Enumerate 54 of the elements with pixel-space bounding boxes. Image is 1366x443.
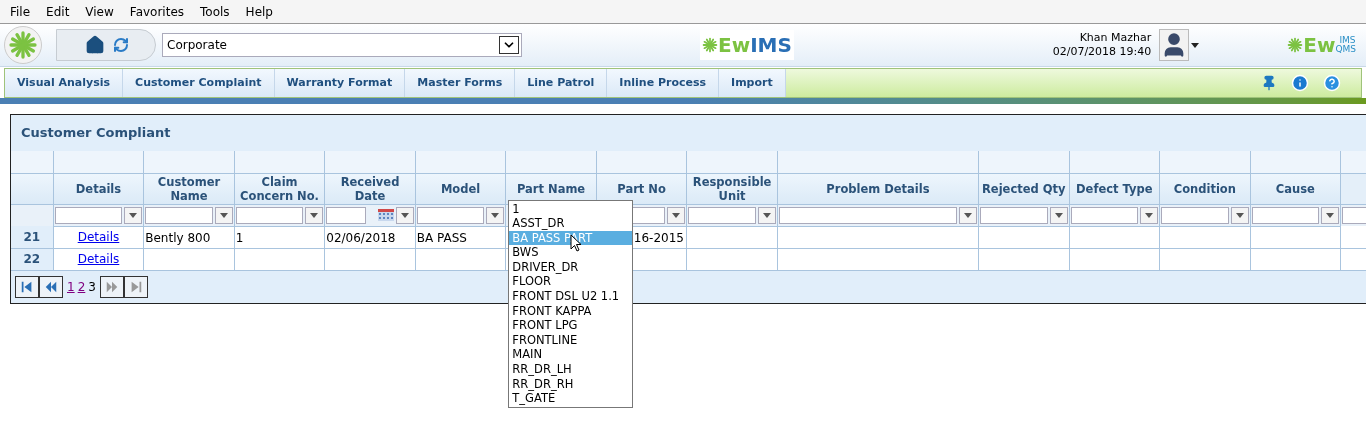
nav-tab[interactable]: Import bbox=[719, 69, 786, 97]
dropdown-option[interactable]: RR_DR_RH bbox=[509, 376, 633, 392]
page-link[interactable]: 1 bbox=[67, 277, 75, 296]
dropdown-option[interactable]: DRIVER_DR bbox=[509, 259, 633, 275]
date-time: 02/07/2018 19:40 bbox=[1052, 45, 1152, 59]
column-header[interactable]: Customer Name bbox=[144, 174, 234, 203]
column-header[interactable]: Model bbox=[415, 181, 506, 196]
panel-title: Customer Compliant bbox=[21, 124, 171, 143]
company-select[interactable]: Corporate bbox=[162, 33, 522, 57]
menu-item[interactable]: Tools bbox=[192, 2, 238, 21]
column-header[interactable]: Part No bbox=[596, 181, 687, 196]
dropdown-option[interactable]: ASST_DR bbox=[509, 216, 633, 231]
dropdown-option[interactable]: BWS bbox=[509, 245, 633, 260]
column-header[interactable]: Received Date bbox=[325, 174, 415, 203]
row-number: 21 bbox=[23, 229, 41, 244]
column-header[interactable]: Part Name bbox=[506, 181, 596, 196]
page-link[interactable]: 3 bbox=[88, 277, 96, 296]
page-link[interactable]: 2 bbox=[77, 277, 86, 296]
table-cell: BA PASS bbox=[416, 230, 467, 245]
menu-item[interactable]: View bbox=[77, 2, 122, 21]
nav-tab[interactable]: Customer Complaint bbox=[123, 69, 275, 97]
column-header[interactable]: Defect Type bbox=[1069, 181, 1160, 196]
nav-tab[interactable]: Inline Process bbox=[607, 69, 720, 97]
ewims-logo: EwIMS bbox=[700, 30, 794, 60]
menu-item[interactable]: File bbox=[2, 2, 39, 21]
row-number: 22 bbox=[23, 251, 41, 266]
nav-tab[interactable]: Visual Analysis bbox=[5, 69, 124, 97]
column-header[interactable]: Responsible Unit bbox=[687, 174, 777, 203]
column-header[interactable]: Problem Details bbox=[777, 181, 978, 196]
dropdown-option[interactable]: FRONT DSL U2 1.1 bbox=[509, 289, 633, 304]
column-header[interactable]: Condition bbox=[1160, 181, 1250, 196]
nav-tab[interactable]: Master Forms bbox=[405, 69, 516, 97]
column-header[interactable]: Claim Concern No. bbox=[234, 174, 325, 203]
table-cell: 02/06/2018 bbox=[326, 230, 396, 245]
table-cell: 16-2015 bbox=[633, 230, 684, 245]
dropdown-option[interactable]: RR_DR_LH bbox=[509, 362, 633, 377]
column-header[interactable]: Cause bbox=[1250, 181, 1341, 196]
menu-item[interactable]: Help bbox=[237, 2, 281, 21]
dropdown-option[interactable]: T_GATE bbox=[509, 391, 633, 406]
nav-tab[interactable]: Line Patrol bbox=[515, 69, 608, 97]
column-header[interactable]: Details bbox=[53, 181, 144, 196]
dropdown-option[interactable]: FLOOR bbox=[509, 274, 633, 290]
dropdown-option[interactable]: FRONT KAPPA bbox=[509, 303, 633, 319]
dropdown-option[interactable]: FRONT LPG bbox=[509, 318, 633, 333]
nav-tab[interactable]: Warranty Format bbox=[274, 69, 406, 97]
menu-item[interactable]: Favorites bbox=[121, 2, 193, 21]
dropdown-option[interactable]: MAIN bbox=[509, 347, 633, 363]
menu-item[interactable]: Edit bbox=[38, 2, 78, 21]
dropdown-option[interactable]: 1 bbox=[509, 201, 633, 217]
table-cell: 1 bbox=[235, 230, 244, 245]
dropdown-option[interactable]: FRONTLINE bbox=[509, 332, 633, 348]
user-name: Khan Mazhar bbox=[1079, 31, 1152, 45]
column-header[interactable]: Rejected Qty bbox=[979, 181, 1069, 196]
table-cell: Bently 800 bbox=[145, 230, 211, 245]
